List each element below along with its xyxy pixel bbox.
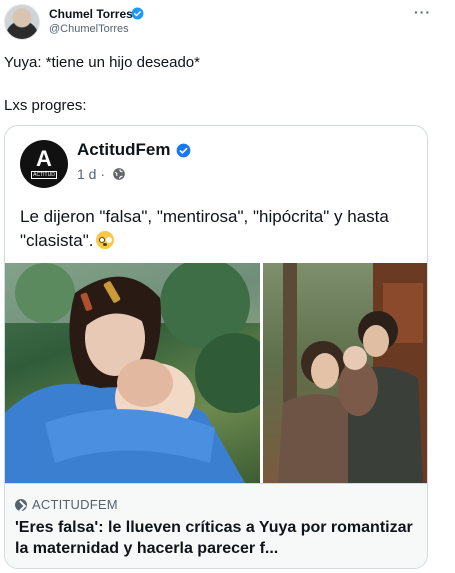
author-avatar[interactable] xyxy=(4,4,40,40)
logo-letter: A xyxy=(36,146,52,171)
author-display-name[interactable]: Chumel Torres xyxy=(49,7,133,21)
photo-family-illustration xyxy=(278,263,427,483)
link-preview[interactable]: ACTITUDFEM 'Eres falsa': le llueven crít… xyxy=(5,483,427,568)
verified-badge-icon xyxy=(131,7,144,20)
logo-tag: ACTITUD xyxy=(31,171,57,179)
embedded-post-card[interactable]: A ACTITUD ActitudFem 1 d · Le dijeron "f… xyxy=(4,125,428,569)
post-timestamp[interactable]: 1 d · xyxy=(77,166,105,182)
verified-badge-icon xyxy=(176,143,191,158)
tweet-text-line-1: Yuya: *tiene un hijo deseado* xyxy=(4,54,200,71)
tweet-header: Chumel Torres @ChumelTorres ··· xyxy=(0,0,455,44)
author-handle[interactable]: @ChumelTorres xyxy=(49,23,129,35)
link-site-name: ACTITUDFEM xyxy=(32,497,118,512)
photo-mother-with-baby[interactable] xyxy=(5,263,260,483)
post-text: Le dijeron "falsa", "mentirosa", "hipócr… xyxy=(20,205,420,253)
link-icon xyxy=(15,499,27,511)
photo-family[interactable] xyxy=(263,263,427,483)
more-options-icon[interactable]: ··· xyxy=(414,4,431,20)
page-name[interactable]: ActitudFem xyxy=(77,140,171,160)
actitudfem-logo[interactable]: A ACTITUD xyxy=(20,140,68,188)
flushed-face-emoji xyxy=(96,231,115,249)
post-text-content: Le dijeron "falsa", "mentirosa", "hipócr… xyxy=(20,207,389,250)
link-headline[interactable]: 'Eres falsa': le llueven críticas a Yuya… xyxy=(15,517,423,559)
globe-icon xyxy=(113,168,125,180)
photo-mother-with-baby-illustration xyxy=(5,263,260,483)
tweet-text-line-2: Lxs progres: xyxy=(4,97,87,114)
